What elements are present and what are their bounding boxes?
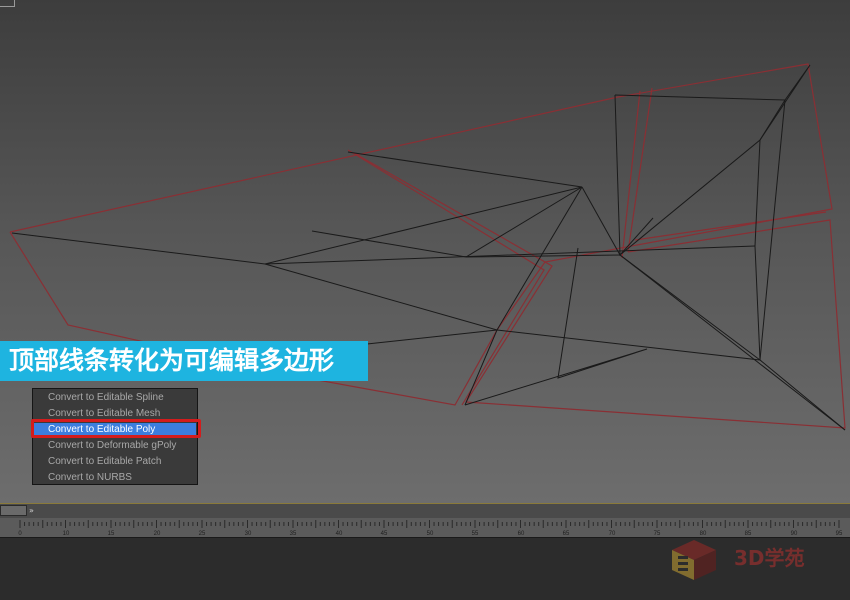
ruler-tick-label: 60	[518, 531, 525, 537]
ruler-tick-label: 75	[654, 531, 661, 537]
ruler-tick-label: 20	[154, 531, 161, 537]
menu-item-convert-deformable-gpoly[interactable]: Convert to Deformable gPoly	[34, 439, 196, 453]
ruler-tick-label: 0	[18, 531, 22, 537]
watermark-text: 3D学苑	[734, 546, 805, 570]
time-slider-handle[interactable]	[0, 505, 27, 516]
ruler-tick-label: 25	[199, 531, 206, 537]
ruler-tick-label: 70	[609, 531, 616, 537]
ruler-tick-label: 30	[245, 531, 252, 537]
ruler-tick-label: 40	[336, 531, 343, 537]
track-bar[interactable]: 0 10 15 20 25 30 35 40 45 50 55 60 65 70 75 80 85 90 95	[0, 518, 850, 538]
selection-highlight-outline	[31, 419, 201, 438]
time-slider[interactable]: »	[0, 503, 850, 518]
track-bar-ruler: 0 10 15 20 25 30 35 40 45 50 55 60 65 70 75 80 85 90 95	[18, 520, 843, 537]
ruler-tick-label: 15	[108, 531, 115, 537]
ruler-tick-label: 10	[63, 531, 70, 537]
menu-item-convert-editable-patch[interactable]: Convert to Editable Patch	[34, 455, 196, 469]
ruler-tick-label: 50	[427, 531, 434, 537]
time-slider-next-arrow-icon[interactable]: »	[29, 506, 37, 516]
ruler-tick-label: 55	[472, 531, 479, 537]
menu-item-convert-nurbs[interactable]: Convert to NURBS	[34, 471, 196, 485]
cube-logo-icon	[672, 540, 716, 580]
watermark-logo: 3D学苑	[664, 536, 844, 584]
ruler-tick-label: 65	[563, 531, 570, 537]
viewport-perspective[interactable]: 顶部线条转化为可编辑多边形 Convert to Editable Spline…	[0, 0, 850, 503]
menu-item-convert-editable-spline[interactable]: Convert to Editable Spline	[34, 391, 196, 405]
ruler-tick-label: 35	[290, 531, 297, 537]
ruler-tick-label: 45	[381, 531, 388, 537]
caption-banner: 顶部线条转化为可编辑多边形	[0, 341, 368, 381]
